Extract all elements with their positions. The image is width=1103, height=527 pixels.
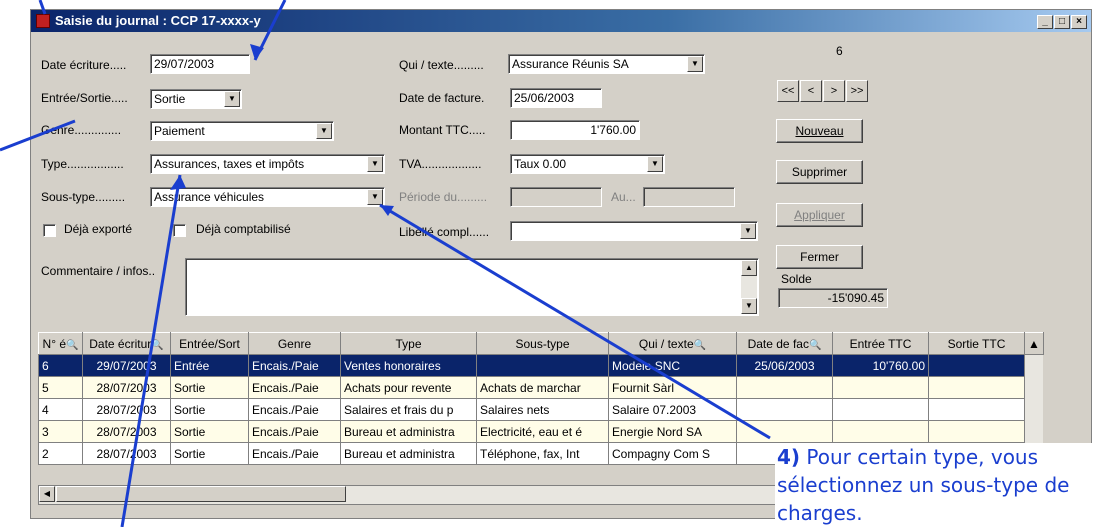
arrow-sous-type: [379, 203, 771, 440]
annotation-text: Pour certain type, vous sélectionnez un …: [777, 445, 1070, 525]
arrow-genre: [0, 119, 76, 152]
arrow-title: [38, 0, 47, 15]
arrowhead: [170, 175, 186, 190]
arrow-type: [120, 174, 182, 527]
annotation-note: 4) Pour certain type, vous sélectionnez …: [775, 443, 1102, 527]
annotation-number: 4): [777, 445, 801, 469]
